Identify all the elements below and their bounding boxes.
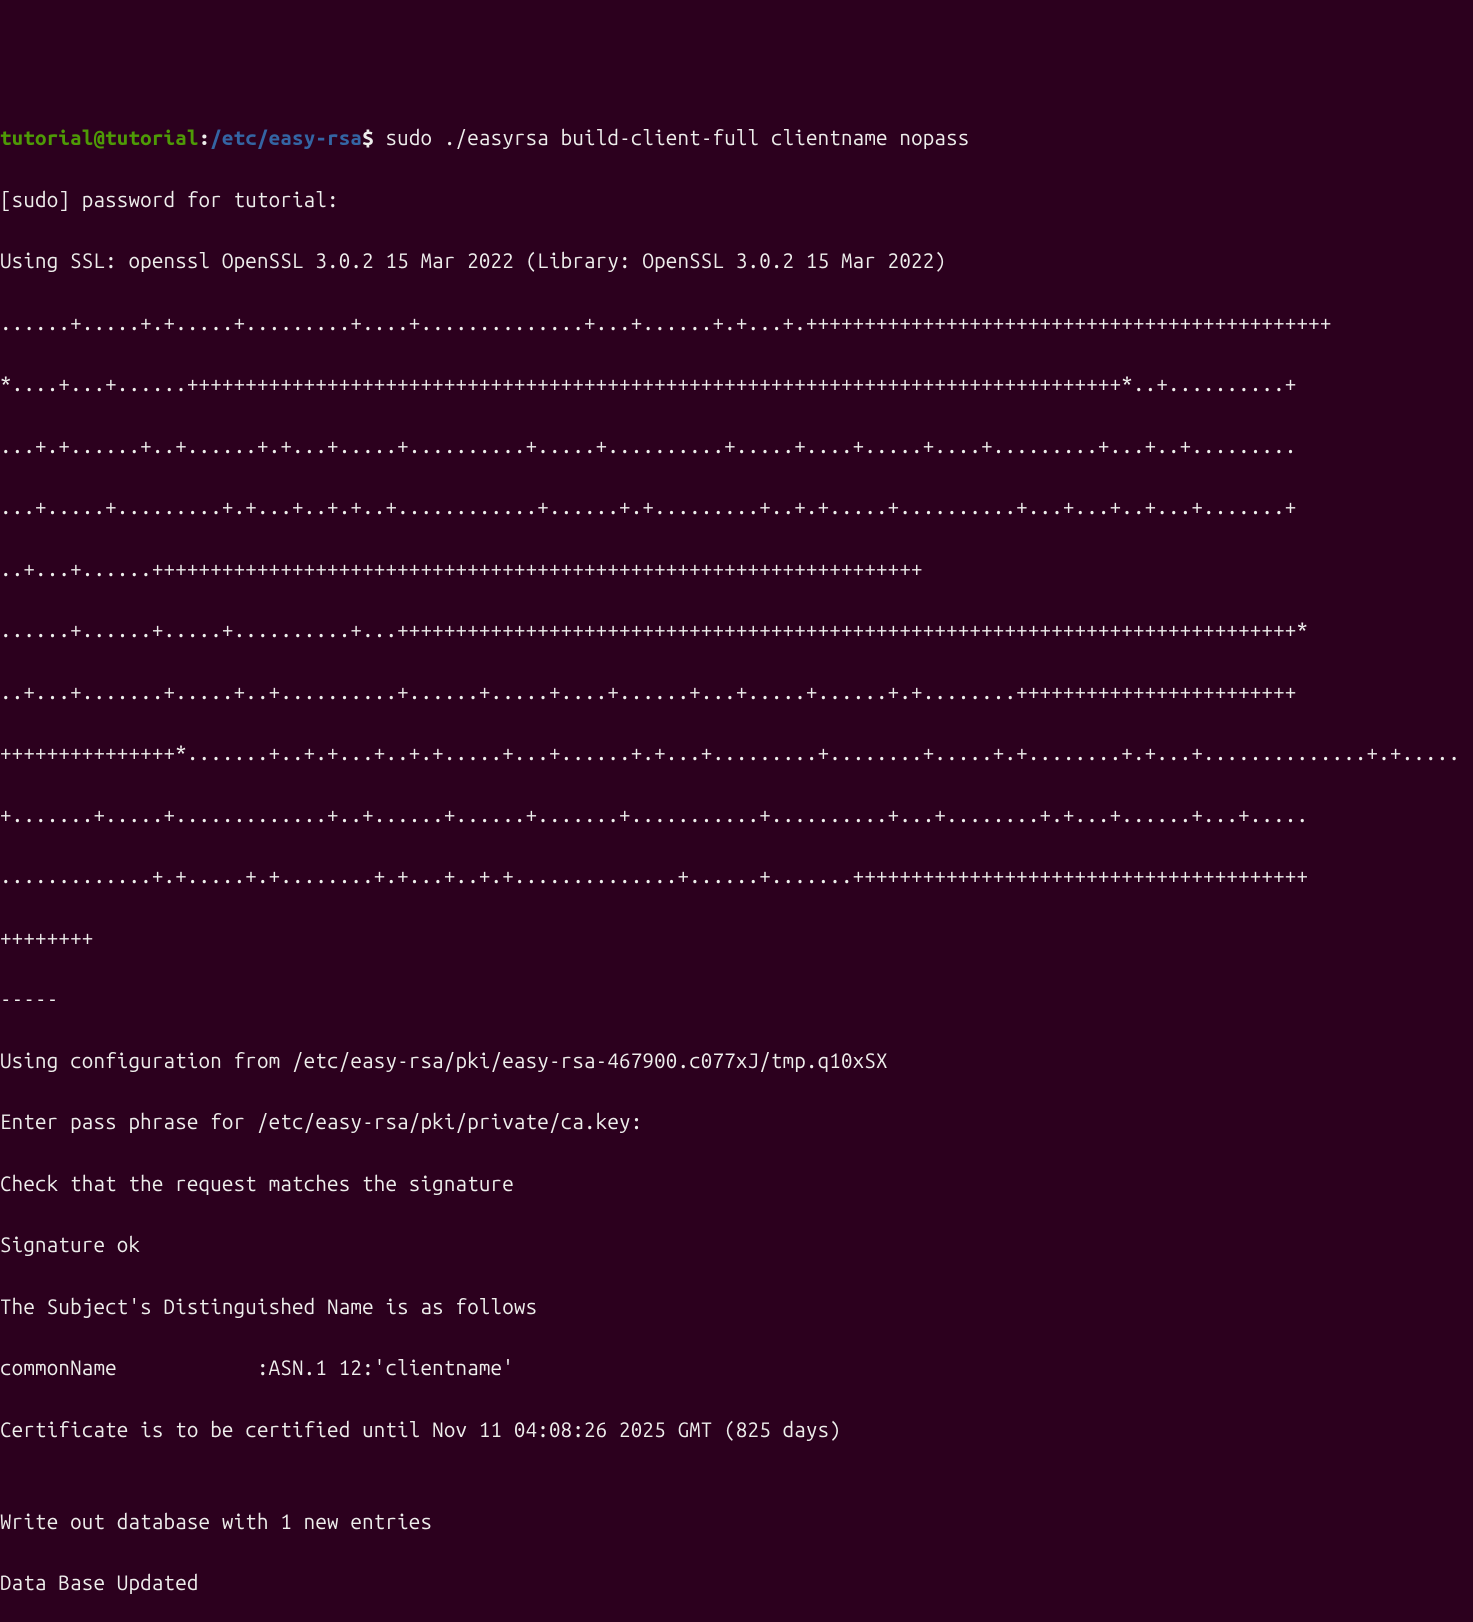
output-line: Write out database with 1 new entries: [0, 1507, 1473, 1538]
output-line: Certificate is to be certified until Nov…: [0, 1415, 1473, 1446]
output-line: commonName :ASN.1 12:'clientname': [0, 1353, 1473, 1384]
output-line: ++++++++: [0, 923, 1473, 954]
output-line: ......+......+.....+..........+...++++++…: [0, 615, 1473, 646]
output-line: Enter pass phrase for /etc/easy-rsa/pki/…: [0, 1107, 1473, 1138]
output-line: Using configuration from /etc/easy-rsa/p…: [0, 1046, 1473, 1077]
output-line: Data Base Updated: [0, 1568, 1473, 1599]
output-line: .............+.+.....+.+........+.+...+.…: [0, 861, 1473, 892]
output-line: ..+...+.......+.....+..+..........+.....…: [0, 677, 1473, 708]
output-line: Using SSL: openssl OpenSSL 3.0.2 15 Mar …: [0, 246, 1473, 277]
prompt-dollar: $: [362, 126, 385, 149]
command-text: sudo ./easyrsa build-client-full clientn…: [385, 126, 969, 149]
output-line: The Subject's Distinguished Name is as f…: [0, 1292, 1473, 1323]
output-line: *....+...+......++++++++++++++++++++++++…: [0, 369, 1473, 400]
output-line: [sudo] password for tutorial:: [0, 185, 1473, 216]
output-line: Check that the request matches the signa…: [0, 1169, 1473, 1200]
prompt-colon: :: [199, 126, 211, 149]
prompt-user: tutorial@tutorial: [0, 126, 199, 149]
output-line: -----: [0, 984, 1473, 1015]
output-line: +++++++++++++++*.......+..+.+...+..+.+..…: [0, 738, 1473, 769]
prompt-line[interactable]: tutorial@tutorial:/etc/easy-rsa$ sudo ./…: [0, 123, 1473, 154]
output-line: Signature ok: [0, 1230, 1473, 1261]
output-line: ..+...+......+++++++++++++++++++++++++++…: [0, 554, 1473, 585]
prompt-path: /etc/easy-rsa: [210, 126, 362, 149]
output-line: +.......+.....+.............+..+......+.…: [0, 800, 1473, 831]
output-line: ......+.....+.+.....+.........+....+....…: [0, 308, 1473, 339]
output-line: ...+.....+.........+.+...+..+.+..+......…: [0, 492, 1473, 523]
output-line: ...+.+......+..+......+.+...+.....+.....…: [0, 431, 1473, 462]
